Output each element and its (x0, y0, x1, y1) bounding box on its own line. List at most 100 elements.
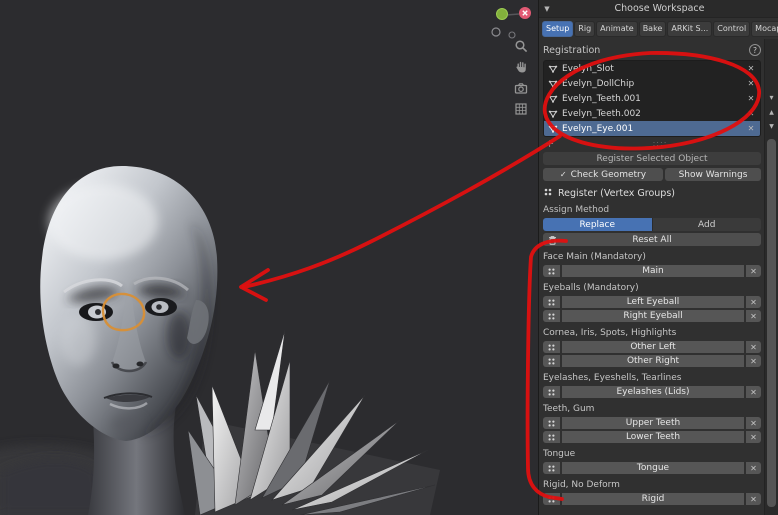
assign-left-eyeball-button[interactable]: Left Eyeball (562, 296, 744, 308)
vertex-group-icon[interactable] (543, 296, 560, 308)
list-resize-grip[interactable]: :::: (559, 140, 761, 148)
gizmo-neg-axis[interactable] (492, 28, 500, 36)
vertex-group-icon[interactable] (543, 341, 560, 353)
clear-group-button[interactable]: ✕ (746, 431, 761, 443)
assign-right-eyeball-button[interactable]: Right Eyeball (562, 310, 744, 322)
clear-group-button[interactable]: ✕ (746, 265, 761, 277)
object-name: Evelyn_DollChip (562, 79, 742, 89)
reset-all-button[interactable]: Reset All (543, 233, 761, 246)
grid-ortho-icon[interactable] (513, 101, 529, 117)
pan-hand-icon[interactable] (513, 59, 529, 75)
object-name: Evelyn_Teeth.002 (562, 109, 742, 119)
assign-rigid-button[interactable]: Rigid (562, 493, 744, 505)
group-label-eyeballs: Eyeballs (Mandatory) (543, 283, 761, 294)
vertex-group-row: Tongue ✕ (543, 462, 761, 474)
assign-lower-teeth-button[interactable]: Lower Teeth (562, 431, 744, 443)
assign-upper-teeth-button[interactable]: Upper Teeth (562, 417, 744, 429)
list-item-evelyn-dollchip[interactable]: Evelyn_DollChip ✕ (544, 76, 760, 91)
tab-bake[interactable]: Bake (639, 21, 667, 37)
clear-group-button[interactable]: ✕ (746, 386, 761, 398)
group-label-face-main: Face Main (Mandatory) (543, 252, 761, 263)
remove-object-icon[interactable]: ✕ (746, 64, 756, 73)
remove-object-icon[interactable]: ✕ (746, 94, 756, 103)
mesh-object-icon (548, 94, 558, 104)
assign-tongue-button[interactable]: Tongue (562, 462, 744, 474)
registered-objects-list[interactable]: Evelyn_Slot ✕ Evelyn_DollChip ✕ Evelyn_T… (543, 60, 761, 137)
check-geometry-button[interactable]: ✓ Check Geometry (543, 168, 663, 181)
3d-viewport[interactable] (0, 0, 538, 515)
vertex-group-icon[interactable] (543, 310, 560, 322)
blender-window: ▼ Choose Workspace Setup Rig Animate Bak… (0, 0, 778, 515)
assign-other-left-button[interactable]: Other Left (562, 341, 744, 353)
workspace-header[interactable]: ▼ Choose Workspace (539, 0, 778, 18)
remove-object-icon[interactable]: ✕ (746, 79, 756, 88)
list-item-evelyn-teeth-002[interactable]: Evelyn_Teeth.002 ✕ (544, 106, 760, 121)
tab-rig[interactable]: Rig (574, 21, 595, 37)
clear-group-button[interactable]: ✕ (746, 310, 761, 322)
vertex-group-row: Upper Teeth ✕ (543, 417, 761, 429)
navigation-gizmo[interactable] (486, 2, 534, 42)
vertex-group-row: Main ✕ (543, 265, 761, 277)
assign-method-replace-button[interactable]: Replace (543, 218, 652, 231)
vertex-group-icon[interactable] (543, 386, 560, 398)
assign-method-add-button[interactable]: Add (652, 218, 762, 231)
tab-mocap[interactable]: Mocap (751, 21, 778, 37)
evelyn-head-model (0, 0, 538, 515)
panel-scrollbar[interactable]: ▾ ▲ ▼ (764, 39, 778, 515)
add-object-button[interactable]: + (543, 137, 559, 150)
check-icon: ✓ (560, 170, 567, 179)
group-label-rigid: Rigid, No Deform (543, 480, 761, 491)
vertex-groups-section-header: Register (Vertex Groups) (558, 188, 675, 199)
group-label-eyelashes: Eyelashes, Eyeshells, Tearlines (543, 373, 761, 384)
vertex-group-icon[interactable] (543, 431, 560, 443)
group-label-teeth: Teeth, Gum (543, 404, 761, 415)
vertex-groups-icon (543, 187, 553, 200)
remove-object-icon[interactable]: ✕ (746, 109, 756, 118)
collapse-triangle-icon[interactable]: ▼ (539, 5, 555, 13)
show-warnings-button[interactable]: Show Warnings (665, 168, 761, 181)
sidebar-panel: ▼ Choose Workspace Setup Rig Animate Bak… (538, 0, 778, 515)
clear-group-button[interactable]: ✕ (746, 462, 761, 474)
viewport-controls (513, 38, 529, 117)
vertex-group-row: Eyelashes (Lids) ✕ (543, 386, 761, 398)
vertex-group-icon[interactable] (543, 265, 560, 277)
tab-animate[interactable]: Animate (596, 21, 638, 37)
vertex-group-icon[interactable] (543, 462, 560, 474)
camera-view-icon[interactable] (513, 80, 529, 96)
clear-group-button[interactable]: ✕ (746, 355, 761, 367)
clear-group-button[interactable]: ✕ (746, 493, 761, 505)
clear-group-button[interactable]: ✕ (746, 296, 761, 308)
scrollbar-thumb[interactable] (767, 139, 776, 507)
list-menu-chevron-icon[interactable]: ▾ (765, 91, 778, 103)
clear-group-button[interactable]: ✕ (746, 341, 761, 353)
assign-main-button[interactable]: Main (562, 265, 744, 277)
tab-control[interactable]: Control (713, 21, 750, 37)
check-geometry-label: Check Geometry (571, 170, 646, 180)
help-icon[interactable]: ? (749, 44, 761, 56)
vertex-group-icon[interactable] (543, 355, 560, 367)
zoom-icon[interactable] (513, 38, 529, 54)
list-item-evelyn-slot[interactable]: Evelyn_Slot ✕ (544, 61, 760, 76)
vertex-group-icon[interactable] (543, 417, 560, 429)
registration-section-label: Registration (543, 45, 749, 56)
group-label-cornea: Cornea, Iris, Spots, Highlights (543, 328, 761, 339)
register-selected-object-button[interactable]: Register Selected Object (543, 152, 761, 165)
panel-body: Registration ? Evelyn_Slot ✕ Evelyn_Doll… (543, 39, 761, 515)
list-item-evelyn-teeth-001[interactable]: Evelyn_Teeth.001 ✕ (544, 91, 760, 106)
tab-setup[interactable]: Setup (542, 21, 573, 37)
assign-method-label: Assign Method (543, 205, 761, 216)
list-item-evelyn-eye-001[interactable]: Evelyn_Eye.001 ✕ (544, 121, 760, 136)
clear-group-button[interactable]: ✕ (746, 417, 761, 429)
assign-eyelashes-button[interactable]: Eyelashes (Lids) (562, 386, 744, 398)
move-item-up-icon[interactable]: ▲ (765, 106, 778, 118)
assign-other-right-button[interactable]: Other Right (562, 355, 744, 367)
workspace-tabs: Setup Rig Animate Bake ARKit S... Contro… (539, 18, 778, 39)
move-item-down-icon[interactable]: ▼ (765, 120, 778, 132)
remove-object-icon[interactable]: ✕ (746, 124, 756, 133)
vertex-group-row: Rigid ✕ (543, 493, 761, 505)
vertex-group-row: Other Left ✕ (543, 341, 761, 353)
tab-arkit-shapes[interactable]: ARKit S... (667, 21, 712, 37)
group-label-tongue: Tongue (543, 449, 761, 460)
object-name: Evelyn_Slot (562, 64, 742, 74)
vertex-group-icon[interactable] (543, 493, 560, 505)
